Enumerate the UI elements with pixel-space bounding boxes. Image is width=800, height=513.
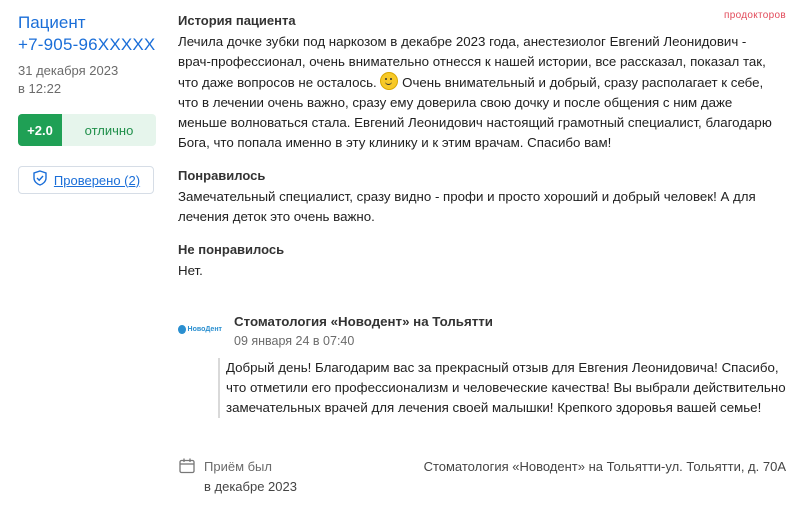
disliked-title: Не понравилось [178, 242, 285, 257]
clinic-name[interactable]: Стоматология «Новодент» на Тольятти [234, 314, 493, 329]
visit-info: Приём был в декабре 2023 [178, 457, 297, 497]
author-panel: Пациент +7-905-96XXXXX 31 декабря 2023 в… [18, 12, 160, 194]
liked-text: Замечательный специалист, сразу видно - … [178, 189, 756, 224]
history-section: История пациента Лечила дочке зубки под … [178, 12, 778, 153]
visit-text: Приём был в декабре 2023 [204, 457, 297, 497]
rating-badge: +2.0 отлично [18, 114, 156, 146]
review-date-day: 31 декабря 2023 [18, 63, 119, 78]
review-body: История пациента Лечила дочке зубки под … [178, 12, 778, 295]
visit-date: в декабре 2023 [204, 479, 297, 494]
rating-label: отлично [62, 114, 156, 146]
review-date-time: в 12:22 [18, 81, 62, 96]
disliked-text: Нет. [178, 263, 203, 278]
clinic-reply-text: Добрый день! Благодарим вас за прекрасны… [218, 358, 786, 418]
clinic-reply-date: 09 января 24 в 07:40 [234, 334, 355, 348]
clinic-logo-icon [178, 324, 186, 334]
shield-check-icon [32, 169, 48, 191]
verified-label[interactable]: Проверено (2) [54, 173, 140, 188]
rating-score: +2.0 [18, 114, 62, 146]
clinic-address[interactable]: Стоматология «Новодент» на Тольятти-ул. … [406, 457, 786, 477]
clinic-logo-text: НовоДент [187, 325, 222, 333]
history-text: Лечила дочке зубки под наркозом в декабр… [178, 32, 778, 153]
review-date: 31 декабря 2023 в 12:22 [18, 62, 160, 98]
disliked-section: Не понравилось Нет. [178, 241, 778, 281]
history-title: История пациента [178, 13, 296, 28]
calendar-icon [178, 457, 196, 497]
clinic-logo: НовоДент [178, 322, 222, 336]
author-name: Пациент [18, 13, 86, 32]
verified-button[interactable]: Проверено (2) [18, 166, 154, 194]
liked-section: Понравилось Замечательный специалист, ср… [178, 167, 778, 227]
liked-title: Понравилось [178, 168, 266, 183]
visit-label: Приём был [204, 459, 272, 474]
author-phone: +7-905-96XXXXX [18, 35, 156, 54]
smiley-icon [380, 72, 399, 90]
